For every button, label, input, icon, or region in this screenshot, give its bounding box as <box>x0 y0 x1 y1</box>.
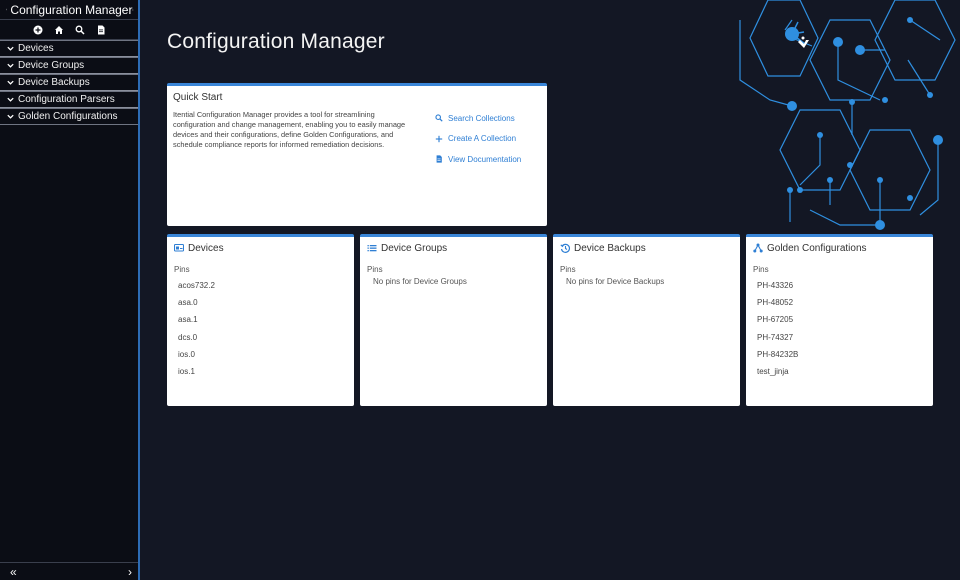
pin-item[interactable]: asa.1 <box>174 311 347 328</box>
view-documentation-link[interactable]: View Documentation <box>435 154 521 164</box>
pin-item[interactable]: PH-84232B <box>753 346 926 363</box>
pins-label: Pins <box>367 265 383 274</box>
sidebar-item-label: Device Backups <box>18 77 90 88</box>
sidebar-item-device-groups[interactable]: Device Groups <box>0 57 138 74</box>
pin-item[interactable]: asa.0 <box>174 294 347 311</box>
quick-start-links: Search Collections Create A Collection V… <box>435 113 521 175</box>
sidebar-item-label: Configuration Parsers <box>18 94 115 105</box>
collapse-sidebar-button[interactable]: « <box>10 565 17 579</box>
pin-item[interactable]: PH-48052 <box>753 294 926 311</box>
chevron-down-icon <box>7 46 14 51</box>
plus-icon <box>435 135 443 142</box>
document-icon[interactable] <box>94 23 107 36</box>
devices-icon <box>174 243 184 252</box>
search-icon[interactable] <box>73 23 86 36</box>
chevron-down-icon <box>7 114 14 119</box>
pin-item[interactable]: ios.1 <box>174 363 347 380</box>
history-icon <box>560 243 570 253</box>
create-collection-link[interactable]: Create A Collection <box>435 134 521 144</box>
sidebar-nav: Devices Device Groups Device Backups Con… <box>0 40 138 125</box>
pin-item[interactable]: dcs.0 <box>174 329 347 346</box>
card-title: Golden Configurations <box>767 242 867 254</box>
pin-list: PH-43326 PH-48052 PH-67205 PH-74327 PH-8… <box>753 277 926 380</box>
link-label: Create A Collection <box>448 134 517 143</box>
empty-pins-message: No pins for Device Groups <box>373 277 467 286</box>
add-icon[interactable] <box>31 23 44 36</box>
chevron-down-icon <box>7 80 14 85</box>
sidebar: Configuration Manager Devices Device Gro… <box>0 0 140 580</box>
sidebar-item-devices[interactable]: Devices <box>0 40 138 57</box>
pin-item[interactable]: ios.0 <box>174 346 347 363</box>
device-groups-card: Device Groups Pins No pins for Device Gr… <box>360 234 547 406</box>
pin-list: acos732.2 asa.0 asa.1 dcs.0 ios.0 ios.1 <box>174 277 347 380</box>
search-icon <box>435 114 443 122</box>
empty-pins-message: No pins for Device Backups <box>566 277 665 286</box>
sidebar-item-configuration-parsers[interactable]: Configuration Parsers <box>0 91 138 108</box>
sidebar-item-label: Golden Configurations <box>18 111 118 122</box>
sidebar-toolbar <box>0 20 138 40</box>
list-icon <box>367 245 377 252</box>
document-icon <box>436 155 442 163</box>
device-backups-card: Device Backups Pins No pins for Device B… <box>553 234 740 406</box>
quick-start-description: Itential Configuration Manager provides … <box>173 110 406 149</box>
pin-item[interactable]: PH-67205 <box>753 311 926 328</box>
link-label: View Documentation <box>448 154 522 164</box>
sidebar-header: Configuration Manager <box>0 0 138 20</box>
pin-item[interactable]: PH-43326 <box>753 277 926 294</box>
quick-start-card: Quick Start Itential Configuration Manag… <box>167 83 547 226</box>
sidebar-item-label: Device Groups <box>18 60 85 71</box>
sidebar-item-device-backups[interactable]: Device Backups <box>0 74 138 91</box>
app-logo-icon <box>6 8 8 11</box>
pin-item[interactable]: acos732.2 <box>174 277 347 294</box>
pin-item[interactable]: test_jinja <box>753 363 926 380</box>
chevron-down-icon <box>7 63 14 68</box>
home-icon[interactable] <box>52 23 65 36</box>
golden-configurations-card: Golden Configurations Pins PH-43326 PH-4… <box>746 234 933 406</box>
sidebar-footer: « › <box>0 562 138 580</box>
hierarchy-icon <box>753 243 763 253</box>
app-title: Configuration Manager <box>10 2 133 17</box>
card-title: Devices <box>188 242 224 254</box>
devices-card: Devices Pins acos732.2 asa.0 asa.1 dcs.0… <box>167 234 354 406</box>
chevron-down-icon <box>7 97 14 102</box>
pins-label: Pins <box>174 265 190 274</box>
pins-label: Pins <box>753 265 769 274</box>
page-title: Configuration Manager <box>167 30 385 53</box>
expand-button[interactable]: › <box>128 565 132 579</box>
sidebar-item-golden-configurations[interactable]: Golden Configurations <box>0 108 138 125</box>
pins-label: Pins <box>560 265 576 274</box>
hamburger-menu-icon[interactable] <box>132 3 134 17</box>
search-collections-link[interactable]: Search Collections <box>435 113 521 123</box>
pin-item[interactable]: PH-74327 <box>753 329 926 346</box>
circuit-decoration-icon <box>739 0 956 230</box>
card-title: Device Backups <box>574 242 646 254</box>
link-label: Search Collections <box>448 113 515 123</box>
card-title: Device Groups <box>381 242 448 254</box>
quick-start-title: Quick Start <box>173 91 223 103</box>
sidebar-item-label: Devices <box>18 43 54 54</box>
